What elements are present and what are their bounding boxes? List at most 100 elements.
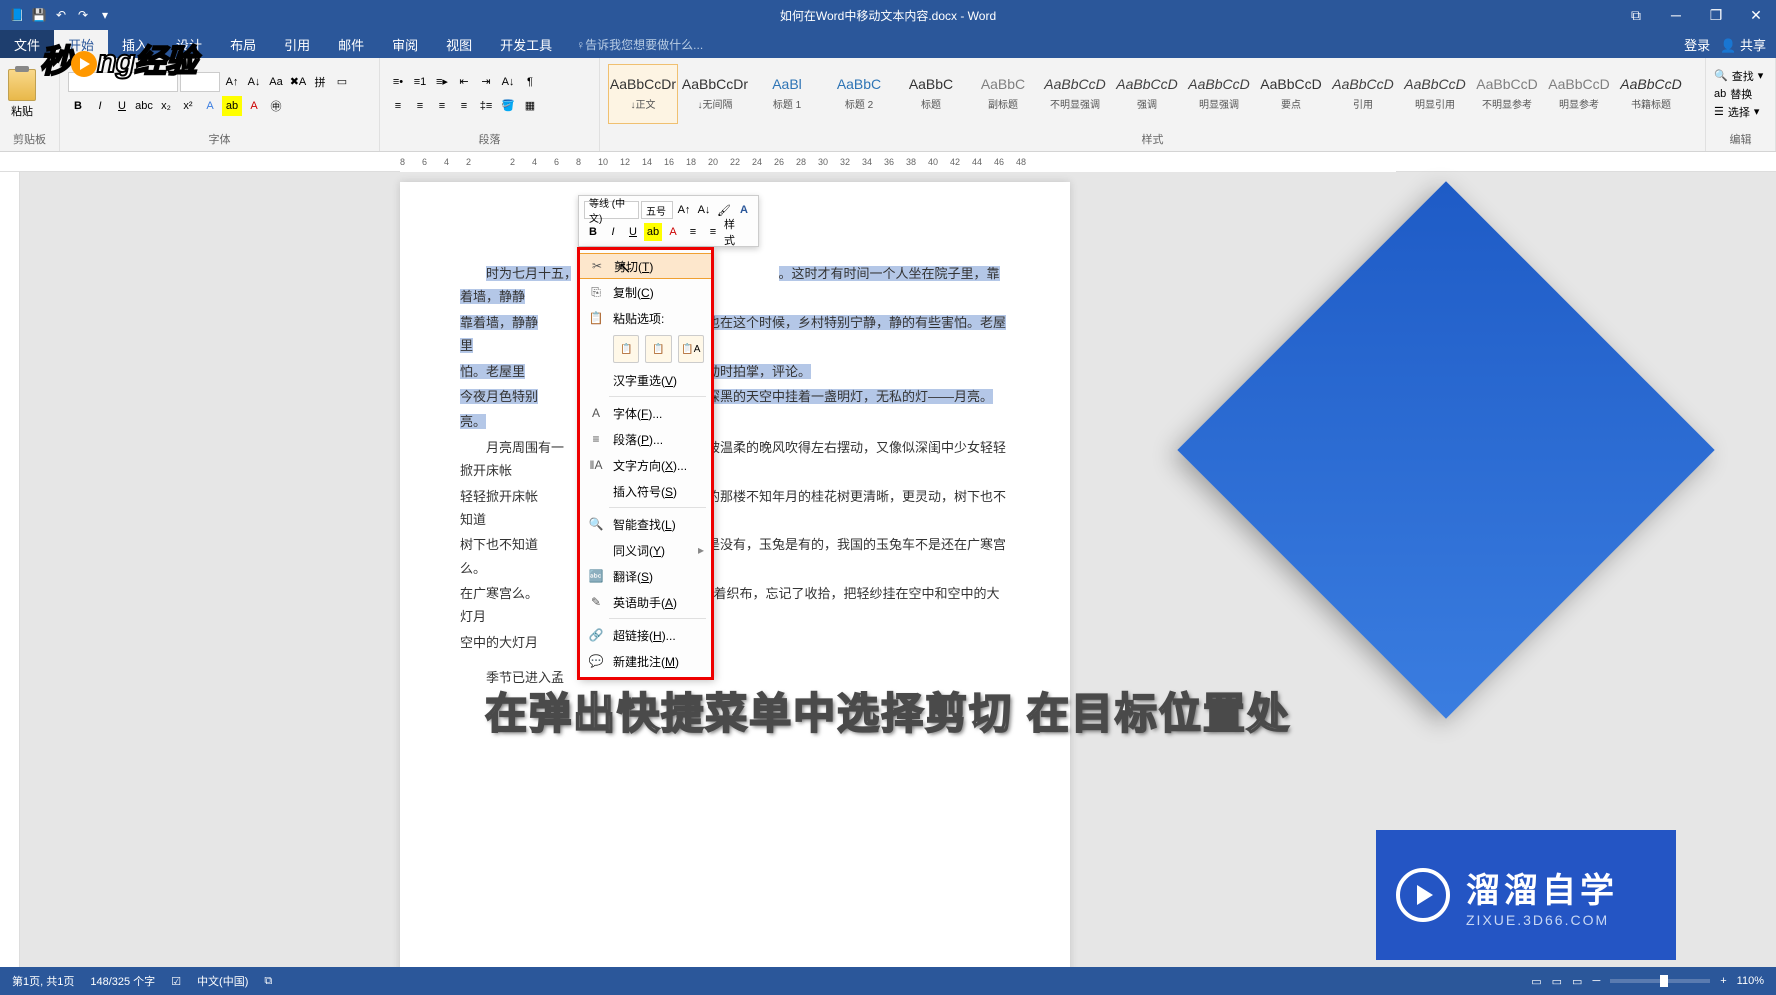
share-button[interactable]: 👤 共享 (1720, 35, 1766, 54)
cm-insert-symbol[interactable]: 插入符号(S) (579, 478, 712, 504)
border-char-icon[interactable]: ▭ (332, 72, 352, 92)
align-left-icon[interactable]: ≡ (388, 96, 408, 116)
decrease-indent-icon[interactable]: ⇤ (454, 72, 474, 92)
qat-dropdown-icon[interactable]: ▾ (98, 8, 112, 22)
show-marks-icon[interactable]: ¶ (520, 72, 540, 92)
style-item-3[interactable]: AaBbC标题 2 (824, 64, 894, 124)
replace-button[interactable]: ab 替换 (1714, 86, 1763, 102)
paste-keep-source-icon[interactable]: 📋 (613, 335, 639, 363)
ribbon-display-icon[interactable]: ⧉ (1616, 0, 1656, 30)
style-item-5[interactable]: AaBbC副标题 (968, 64, 1038, 124)
superscript-icon[interactable]: x² (178, 96, 198, 116)
mini-underline-icon[interactable]: U (624, 223, 642, 241)
strikethrough-icon[interactable]: abc (134, 96, 154, 116)
horizontal-ruler[interactable]: 8642246810121416182022242628303234363840… (0, 152, 1776, 172)
mini-bullets-icon[interactable]: ≡ (684, 223, 702, 241)
line-spacing-icon[interactable]: ‡≡ (476, 96, 496, 116)
cm-translate[interactable]: 🔤 翻译(S) (579, 563, 712, 589)
grow-font-icon[interactable]: A↑ (222, 72, 242, 92)
vertical-ruler[interactable] (0, 172, 20, 967)
cm-synonyms[interactable]: 同义词(Y) ▸ (579, 537, 712, 563)
mini-grow-font-icon[interactable]: A↑ (675, 201, 693, 219)
tab-mailings[interactable]: 邮件 (324, 30, 378, 58)
minimize-icon[interactable]: ─ (1656, 0, 1696, 30)
tab-layout[interactable]: 布局 (216, 30, 270, 58)
track-changes-icon[interactable]: ⧉ (264, 975, 272, 988)
mini-styles-label[interactable]: 样式 (724, 223, 742, 241)
highlight-icon[interactable]: ab (222, 96, 242, 116)
subscript-icon[interactable]: x₂ (156, 96, 176, 116)
page-indicator[interactable]: 第1页, 共1页 (12, 973, 74, 989)
sort-icon[interactable]: A↓ (498, 72, 518, 92)
align-right-icon[interactable]: ≡ (432, 96, 452, 116)
paste-button[interactable]: 粘贴 (8, 69, 36, 119)
zoom-out-icon[interactable]: ─ (1592, 975, 1600, 987)
mini-font-color-icon[interactable]: A (664, 223, 682, 241)
multilevel-icon[interactable]: ≡▸ (432, 72, 452, 92)
tell-me-input[interactable]: ♀告诉我您想要做什么... (566, 30, 703, 58)
document-page[interactable]: 时为七月十五， 。这时才有时间一个人坐在院子里，靠着墙，静静 靠着墙，静静 群山… (400, 182, 1070, 967)
enclose-char-icon[interactable]: ㊥ (266, 96, 286, 116)
undo-icon[interactable]: ↶ (54, 8, 68, 22)
justify-icon[interactable]: ≡ (454, 96, 474, 116)
mini-font-size[interactable]: 五号 (641, 201, 673, 219)
restore-icon[interactable]: ❐ (1696, 0, 1736, 30)
style-item-8[interactable]: AaBbCcD明显强调 (1184, 64, 1254, 124)
save-icon[interactable]: 💾 (32, 8, 46, 22)
style-item-4[interactable]: AaBbC标题 (896, 64, 966, 124)
login-link[interactable]: 登录 (1684, 35, 1710, 54)
style-item-13[interactable]: AaBbCcD明显参考 (1544, 64, 1614, 124)
redo-icon[interactable]: ↷ (76, 8, 90, 22)
style-item-6[interactable]: AaBbCcD不明显强调 (1040, 64, 1110, 124)
cm-hyperlink[interactable]: 🔗 超链接(H)... (579, 622, 712, 648)
increase-indent-icon[interactable]: ⇥ (476, 72, 496, 92)
underline-icon[interactable]: U (112, 96, 132, 116)
print-layout-icon[interactable]: ▭ (1552, 975, 1562, 988)
shading-icon[interactable]: 🪣 (498, 96, 518, 116)
phonetic-icon[interactable]: 拼 (310, 72, 330, 92)
word-count[interactable]: 148/325 个字 (90, 973, 155, 989)
clear-format-icon[interactable]: ✖A (288, 72, 308, 92)
mini-italic-icon[interactable]: I (604, 223, 622, 241)
style-item-7[interactable]: AaBbCcD强调 (1112, 64, 1182, 124)
cm-copy[interactable]: ⎘ 复制(C) (579, 279, 712, 305)
shrink-font-icon[interactable]: A↓ (244, 72, 264, 92)
cm-cut[interactable]: ✂ 剪切(T) (579, 253, 712, 279)
cm-font[interactable]: A 字体(F)... (579, 400, 712, 426)
language-indicator[interactable]: 中文(中国) (197, 973, 248, 989)
borders-icon[interactable]: ▦ (520, 96, 540, 116)
font-color-icon[interactable]: A (244, 96, 264, 116)
tab-review[interactable]: 审阅 (378, 30, 432, 58)
proofing-icon[interactable]: ☑ (171, 975, 181, 988)
style-item-0[interactable]: AaBbCcDr↓正文 (608, 64, 678, 124)
cm-text-direction[interactable]: ‖A 文字方向(X)... (579, 452, 712, 478)
style-item-2[interactable]: AaBl标题 1 (752, 64, 822, 124)
numbering-icon[interactable]: ≡1 (410, 72, 430, 92)
paste-merge-icon[interactable]: 📋 (645, 335, 671, 363)
bold-icon[interactable]: B (68, 96, 88, 116)
find-button[interactable]: 🔍 查找 ▾ (1714, 68, 1763, 84)
read-mode-icon[interactable]: ▭ (1531, 975, 1541, 988)
paste-text-only-icon[interactable]: 📋A (678, 335, 704, 363)
tab-developer[interactable]: 开发工具 (486, 30, 566, 58)
mini-highlight-icon[interactable]: ab (644, 223, 662, 241)
style-item-1[interactable]: AaBbCcDr↓无间隔 (680, 64, 750, 124)
italic-icon[interactable]: I (90, 96, 110, 116)
cm-hanzi[interactable]: 汉字重选(V) (579, 367, 712, 393)
cm-english-assist[interactable]: ✎ 英语助手(A) (579, 589, 712, 615)
zoom-level[interactable]: 110% (1737, 975, 1764, 987)
cm-smart-lookup[interactable]: 🔍 智能查找(L) (579, 511, 712, 537)
change-case-icon[interactable]: Aa (266, 72, 286, 92)
zoom-in-icon[interactable]: + (1720, 975, 1726, 987)
style-item-14[interactable]: AaBbCcD书籍标题 (1616, 64, 1686, 124)
styles-gallery[interactable]: AaBbCcDr↓正文AaBbCcDr↓无间隔AaBl标题 1AaBbC标题 2… (608, 64, 1697, 124)
mini-shrink-font-icon[interactable]: A↓ (695, 201, 713, 219)
bullets-icon[interactable]: ≡• (388, 72, 408, 92)
zoom-slider[interactable] (1610, 979, 1710, 983)
tab-view[interactable]: 视图 (432, 30, 486, 58)
style-item-11[interactable]: AaBbCcD明显引用 (1400, 64, 1470, 124)
mini-bold-icon[interactable]: B (584, 223, 602, 241)
style-item-12[interactable]: AaBbCcD不明显参考 (1472, 64, 1542, 124)
cm-paragraph[interactable]: ≡ 段落(P)... (579, 426, 712, 452)
cm-new-comment[interactable]: 💬 新建批注(M) (579, 648, 712, 674)
